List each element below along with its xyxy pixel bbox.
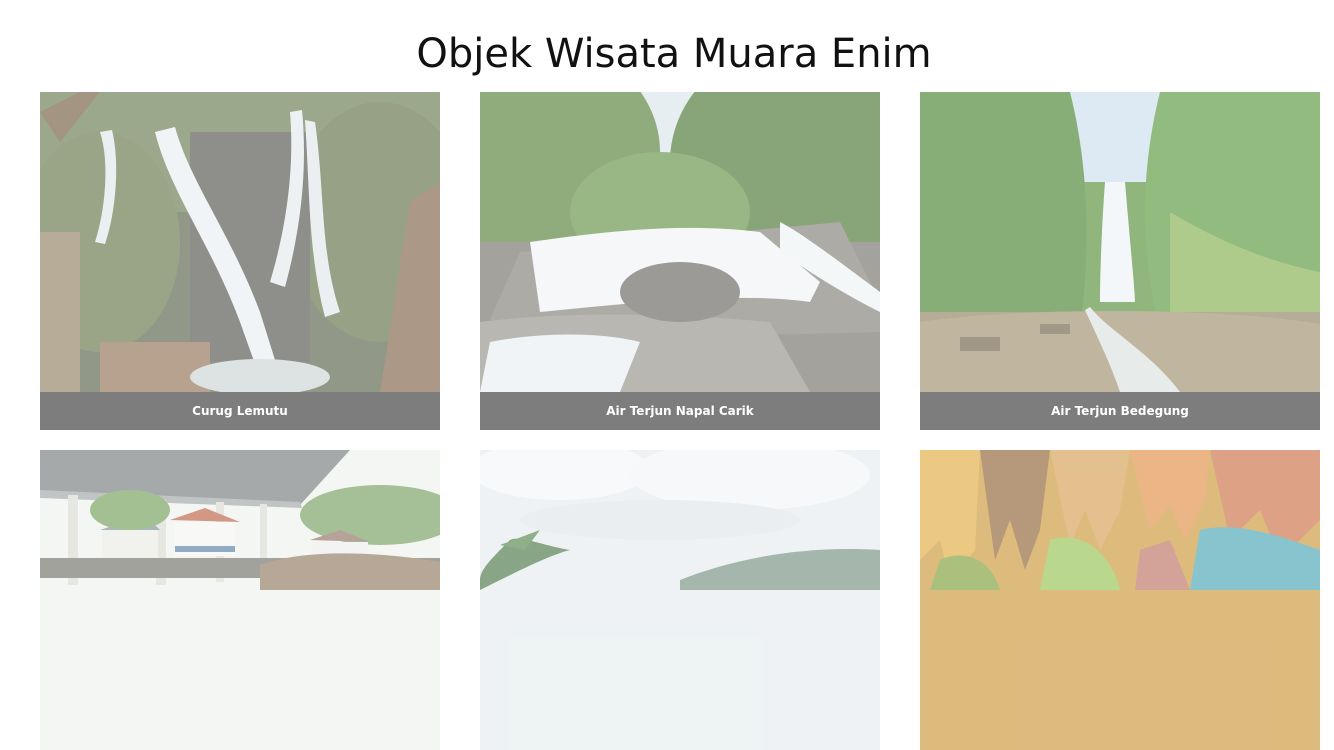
- gallery-card-curug-lemutu[interactable]: Curug Lemutu: [40, 92, 440, 430]
- cave-stalactites-photo[interactable]: [920, 450, 1320, 750]
- gallery-card-napal-carik[interactable]: Air Terjun Napal Carik: [480, 92, 880, 430]
- gallery-card-bedegung[interactable]: Air Terjun Bedegung: [920, 92, 1320, 430]
- gallery-caption[interactable]: Air Terjun Napal Carik: [480, 392, 880, 430]
- gallery-card-lake[interactable]: [480, 450, 880, 750]
- gallery-caption[interactable]: Air Terjun Bedegung: [920, 392, 1320, 430]
- gallery-card-cave[interactable]: [920, 450, 1320, 750]
- page-title: Objek Wisata Muara Enim: [416, 31, 932, 77]
- gallery-caption[interactable]: Curug Lemutu: [40, 392, 440, 430]
- lake-hills-photo[interactable]: [480, 450, 880, 750]
- gallery-card-pavilion[interactable]: [40, 450, 440, 750]
- pavilion-building-photo[interactable]: [40, 450, 440, 750]
- waterfall-rocks-photo[interactable]: [40, 92, 440, 392]
- tall-waterfall-photo[interactable]: [920, 92, 1320, 392]
- river-cascade-photo[interactable]: [480, 92, 880, 392]
